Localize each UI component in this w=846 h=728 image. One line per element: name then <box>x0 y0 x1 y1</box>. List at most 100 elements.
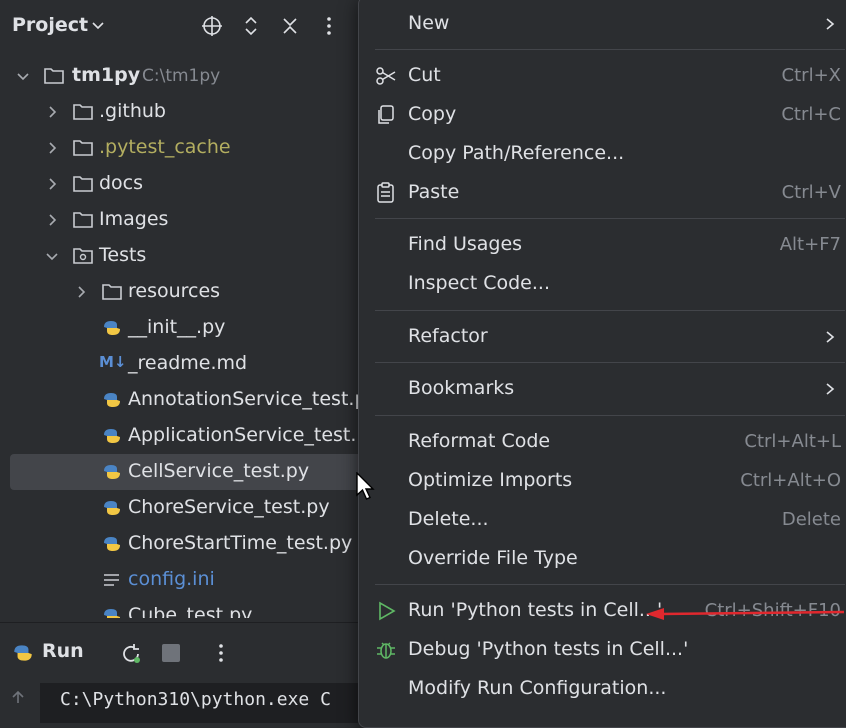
expand-all-icon[interactable] <box>240 15 262 37</box>
locate-icon[interactable] <box>201 15 223 37</box>
project-header: Project <box>0 0 360 52</box>
arrow-up-icon[interactable] <box>10 689 26 705</box>
more-options-icon[interactable] <box>210 642 232 664</box>
menu-item-inspect-code[interactable]: Inspect Code... <box>359 265 846 303</box>
tree-item-images[interactable]: Images <box>0 202 360 238</box>
menu-item-label: Find Usages <box>408 233 523 255</box>
project-panel: Project tm1py C:\tm1py .github .pytest_c… <box>0 0 360 714</box>
tree-item-label: ChoreService_test.py <box>128 496 330 518</box>
menu-item-modify-run-config[interactable]: Modify Run Configuration... <box>359 670 846 708</box>
tree-item-label: tm1py <box>72 64 141 86</box>
menu-item-label: New <box>408 12 450 34</box>
menu-item-label: Reformat Code <box>408 430 551 452</box>
menu-item-label: Optimize Imports <box>408 469 573 491</box>
markdown-file-icon: M↓ <box>99 353 127 371</box>
menu-item-cut[interactable]: Cut Ctrl+X <box>359 57 846 95</box>
python-file-icon <box>104 393 120 407</box>
tree-item-tests[interactable]: Tests <box>0 238 360 274</box>
tree-item-docs[interactable]: docs <box>0 166 360 202</box>
python-file-icon <box>104 465 120 479</box>
project-title[interactable]: Project <box>12 14 88 36</box>
menu-item-debug-tests[interactable]: Debug 'Python tests in Cell...' <box>359 631 846 669</box>
chevron-right-icon[interactable] <box>44 104 60 120</box>
menu-separator <box>375 415 845 416</box>
tree-item-cube-test[interactable]: Cube_test.py <box>0 598 360 618</box>
tree-item-label: ApplicationService_test.py <box>128 424 360 446</box>
menu-item-label: Copy <box>408 103 457 125</box>
tree-item-label: Tests <box>99 244 147 266</box>
tree-item-label: config.ini <box>128 568 215 590</box>
menu-item-shortcut: Ctrl+C <box>781 104 841 125</box>
menu-item-find-usages[interactable]: Find Usages Alt+F7 <box>359 226 846 264</box>
folder-icon <box>73 176 93 192</box>
menu-item-label: Refactor <box>408 325 488 347</box>
menu-item-delete[interactable]: Delete... Delete <box>359 501 846 539</box>
tree-item-choreservice-test[interactable]: ChoreService_test.py <box>0 490 360 526</box>
menu-separator <box>375 49 845 50</box>
chevron-right-icon <box>826 18 835 30</box>
python-file-icon <box>104 501 120 515</box>
chevron-down-icon[interactable] <box>90 17 106 33</box>
menu-item-label: Paste <box>408 181 460 203</box>
project-tree: tm1py C:\tm1py .github .pytest_cache doc… <box>0 58 360 618</box>
chevron-down-icon[interactable] <box>15 68 31 84</box>
chevron-right-icon[interactable] <box>44 176 60 192</box>
tree-item-path: C:\tm1py <box>142 66 221 86</box>
menu-item-refactor[interactable]: Refactor <box>359 318 846 356</box>
tree-item-label: __init__.py <box>128 316 226 338</box>
chevron-right-icon[interactable] <box>73 284 89 300</box>
chevron-right-icon[interactable] <box>44 212 60 228</box>
tree-item-label: CellService_test.py <box>128 460 310 482</box>
collapse-all-icon[interactable] <box>279 15 301 37</box>
tree-item-resources[interactable]: resources <box>0 274 360 310</box>
menu-item-bookmarks[interactable]: Bookmarks <box>359 370 846 408</box>
tree-item-tm1py[interactable]: tm1py C:\tm1py <box>0 58 360 94</box>
tree-item-application-test[interactable]: ApplicationService_test.py <box>0 418 360 454</box>
tree-item-github[interactable]: .github <box>0 94 360 130</box>
folder-icon <box>73 212 93 228</box>
menu-item-copy[interactable]: Copy Ctrl+C <box>359 96 846 134</box>
tree-item-label: AnnotationService_test.py <box>128 388 360 410</box>
stop-icon[interactable] <box>162 644 180 662</box>
python-file-icon <box>104 429 120 443</box>
menu-item-label: Run 'Python tests in Cell...' <box>408 599 663 621</box>
tree-item-config-ini[interactable]: config.ini <box>0 562 360 598</box>
folder-icon <box>73 140 93 156</box>
run-panel: Run C:\Python310\python.exe C <box>0 622 360 723</box>
tree-item-label: Cube_test.py <box>128 604 253 618</box>
folder-icon <box>44 68 64 84</box>
python-file-icon <box>104 609 120 618</box>
run-console[interactable]: C:\Python310\python.exe C <box>40 683 360 723</box>
menu-item-reformat-code[interactable]: Reformat Code Ctrl+Alt+L <box>359 423 846 461</box>
menu-separator <box>375 362 845 363</box>
rerun-icon[interactable] <box>119 642 143 666</box>
tree-item-pytest-cache[interactable]: .pytest_cache <box>0 130 360 166</box>
menu-item-override-file-type[interactable]: Override File Type <box>359 540 846 578</box>
clipboard-icon <box>377 182 394 203</box>
console-output: C:\Python310\python.exe C <box>60 689 331 710</box>
folder-icon <box>102 284 122 300</box>
menu-item-label: Delete... <box>408 508 489 530</box>
menu-item-copy-path[interactable]: Copy Path/Reference... <box>359 135 846 173</box>
run-panel-title[interactable]: Run <box>42 640 84 662</box>
tree-item-label: resources <box>128 280 221 302</box>
menu-item-new[interactable]: New <box>359 5 846 43</box>
chevron-down-icon[interactable] <box>44 248 60 264</box>
chevron-right-icon[interactable] <box>44 140 60 156</box>
tree-item-chorestarttime-test[interactable]: ChoreStartTime_test.py <box>0 526 360 562</box>
menu-item-label: Inspect Code... <box>408 272 550 294</box>
tree-item-label: .github <box>99 100 166 122</box>
more-options-icon[interactable] <box>318 15 340 37</box>
scissors-icon <box>376 67 396 85</box>
python-run-icon <box>14 645 32 661</box>
tree-item-readme[interactable]: M↓ _readme.md <box>0 346 360 382</box>
menu-item-optimize-imports[interactable]: Optimize Imports Ctrl+Alt+O <box>359 462 846 500</box>
chevron-right-icon <box>826 331 835 343</box>
tree-item-annotation-test[interactable]: AnnotationService_test.py <box>0 382 360 418</box>
menu-item-paste[interactable]: Paste Ctrl+V <box>359 174 846 212</box>
menu-separator <box>375 310 845 311</box>
menu-item-label: Debug 'Python tests in Cell...' <box>408 638 689 660</box>
tree-item-init-py[interactable]: __init__.py <box>0 310 360 346</box>
python-file-icon <box>104 537 120 551</box>
tree-item-cellservice-test[interactable]: CellService_test.py <box>0 454 360 490</box>
